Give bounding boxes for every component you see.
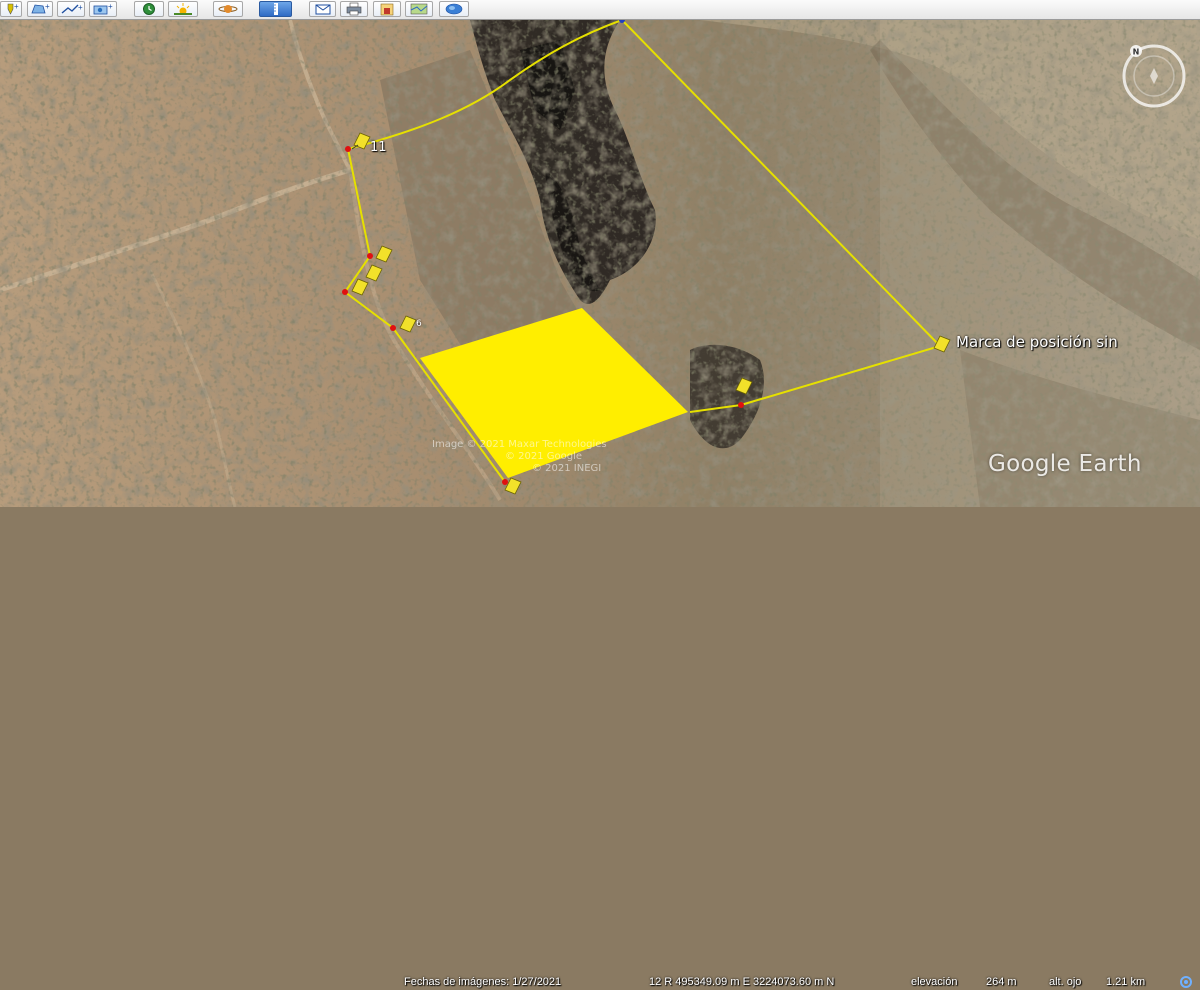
add-path-button[interactable]: + bbox=[57, 1, 85, 17]
placemark-plus-icon: + bbox=[7, 2, 19, 15]
placemark-label[interactable]: Marca de posición sin bbox=[956, 333, 1118, 351]
pushpin-icon[interactable] bbox=[365, 264, 383, 282]
svg-text:+: + bbox=[14, 2, 19, 11]
pushpin-icon[interactable] bbox=[351, 132, 371, 150]
imagery-date: Fechas de imágenes: 1/27/2021 bbox=[404, 976, 562, 988]
svg-text:+: + bbox=[78, 3, 83, 12]
pushpin-icon[interactable] bbox=[933, 335, 951, 353]
copyright-google: © 2021 Google bbox=[505, 451, 583, 462]
pushpin-icon[interactable] bbox=[351, 278, 369, 296]
pushpin-icon[interactable] bbox=[735, 377, 753, 395]
printer-icon bbox=[346, 2, 362, 16]
elevation-value: 264 m bbox=[986, 976, 1017, 988]
eye-altitude-label: alt. ojo bbox=[1049, 976, 1082, 988]
print-button[interactable] bbox=[340, 1, 368, 17]
ruler-button[interactable] bbox=[259, 1, 292, 17]
navigation-compass[interactable]: N bbox=[1108, 42, 1200, 110]
polygon-plus-icon: + bbox=[31, 2, 50, 14]
overlay-plus-icon: + bbox=[93, 2, 113, 15]
ruler-icon bbox=[273, 3, 278, 15]
historical-imagery-button[interactable] bbox=[134, 1, 164, 17]
add-placemark-button[interactable]: + bbox=[0, 1, 22, 17]
add-overlay-button[interactable]: + bbox=[89, 1, 117, 17]
elevation-label: elevación bbox=[911, 976, 958, 988]
kml-overlay bbox=[342, 20, 951, 495]
email-button[interactable] bbox=[309, 1, 336, 17]
planets-button[interactable] bbox=[213, 1, 243, 17]
pin-dot bbox=[738, 402, 744, 408]
save-image-icon bbox=[380, 3, 394, 16]
sunlight-button[interactable] bbox=[168, 1, 198, 17]
google-earth-logo: Google Earth bbox=[988, 451, 1142, 477]
svg-text:+: + bbox=[108, 2, 113, 11]
pin-dot bbox=[342, 289, 348, 295]
eye-altitude-value: 1.21 km bbox=[1106, 976, 1146, 988]
pushpin-icon[interactable] bbox=[375, 245, 393, 263]
copyright-inegi: © 2021 INEGI bbox=[532, 463, 602, 474]
map-view[interactable]: 11 6 Marca de posición sin Image © 2021 … bbox=[0, 20, 1200, 507]
globe-icon bbox=[445, 3, 463, 15]
pushpin-icon[interactable] bbox=[399, 315, 417, 333]
svg-text:+: + bbox=[45, 2, 50, 11]
pin-dot bbox=[345, 146, 351, 152]
status-bar: Fechas de imágenes: 1/27/2021 12 R 49534… bbox=[0, 485, 1200, 988]
toolbar: + + + + bbox=[0, 0, 1200, 20]
streaming-indicator-icon bbox=[1180, 976, 1192, 988]
view-in-maps-button[interactable] bbox=[405, 1, 433, 17]
placemark-label-11[interactable]: 11 bbox=[370, 140, 387, 155]
sun-icon bbox=[174, 3, 192, 15]
save-image-button[interactable] bbox=[373, 1, 401, 17]
mail-icon bbox=[315, 4, 330, 15]
pin-dot bbox=[390, 325, 396, 331]
compass-north-label: N bbox=[1133, 48, 1140, 57]
clock-icon bbox=[143, 3, 155, 15]
path-plus-icon: + bbox=[61, 3, 83, 14]
coordinates-readout: 12 R 495349.09 m E 3224073.60 m N bbox=[649, 976, 835, 988]
placemark-label-6[interactable]: 6 bbox=[416, 319, 422, 329]
add-polygon-button[interactable]: + bbox=[27, 1, 53, 17]
planet-icon bbox=[218, 5, 238, 13]
pin-dot bbox=[367, 253, 373, 259]
map-icon bbox=[410, 3, 428, 15]
imagery-attribution: Image © 2021 Maxar Technologies bbox=[432, 439, 607, 450]
earth-gallery-button[interactable] bbox=[439, 1, 469, 17]
